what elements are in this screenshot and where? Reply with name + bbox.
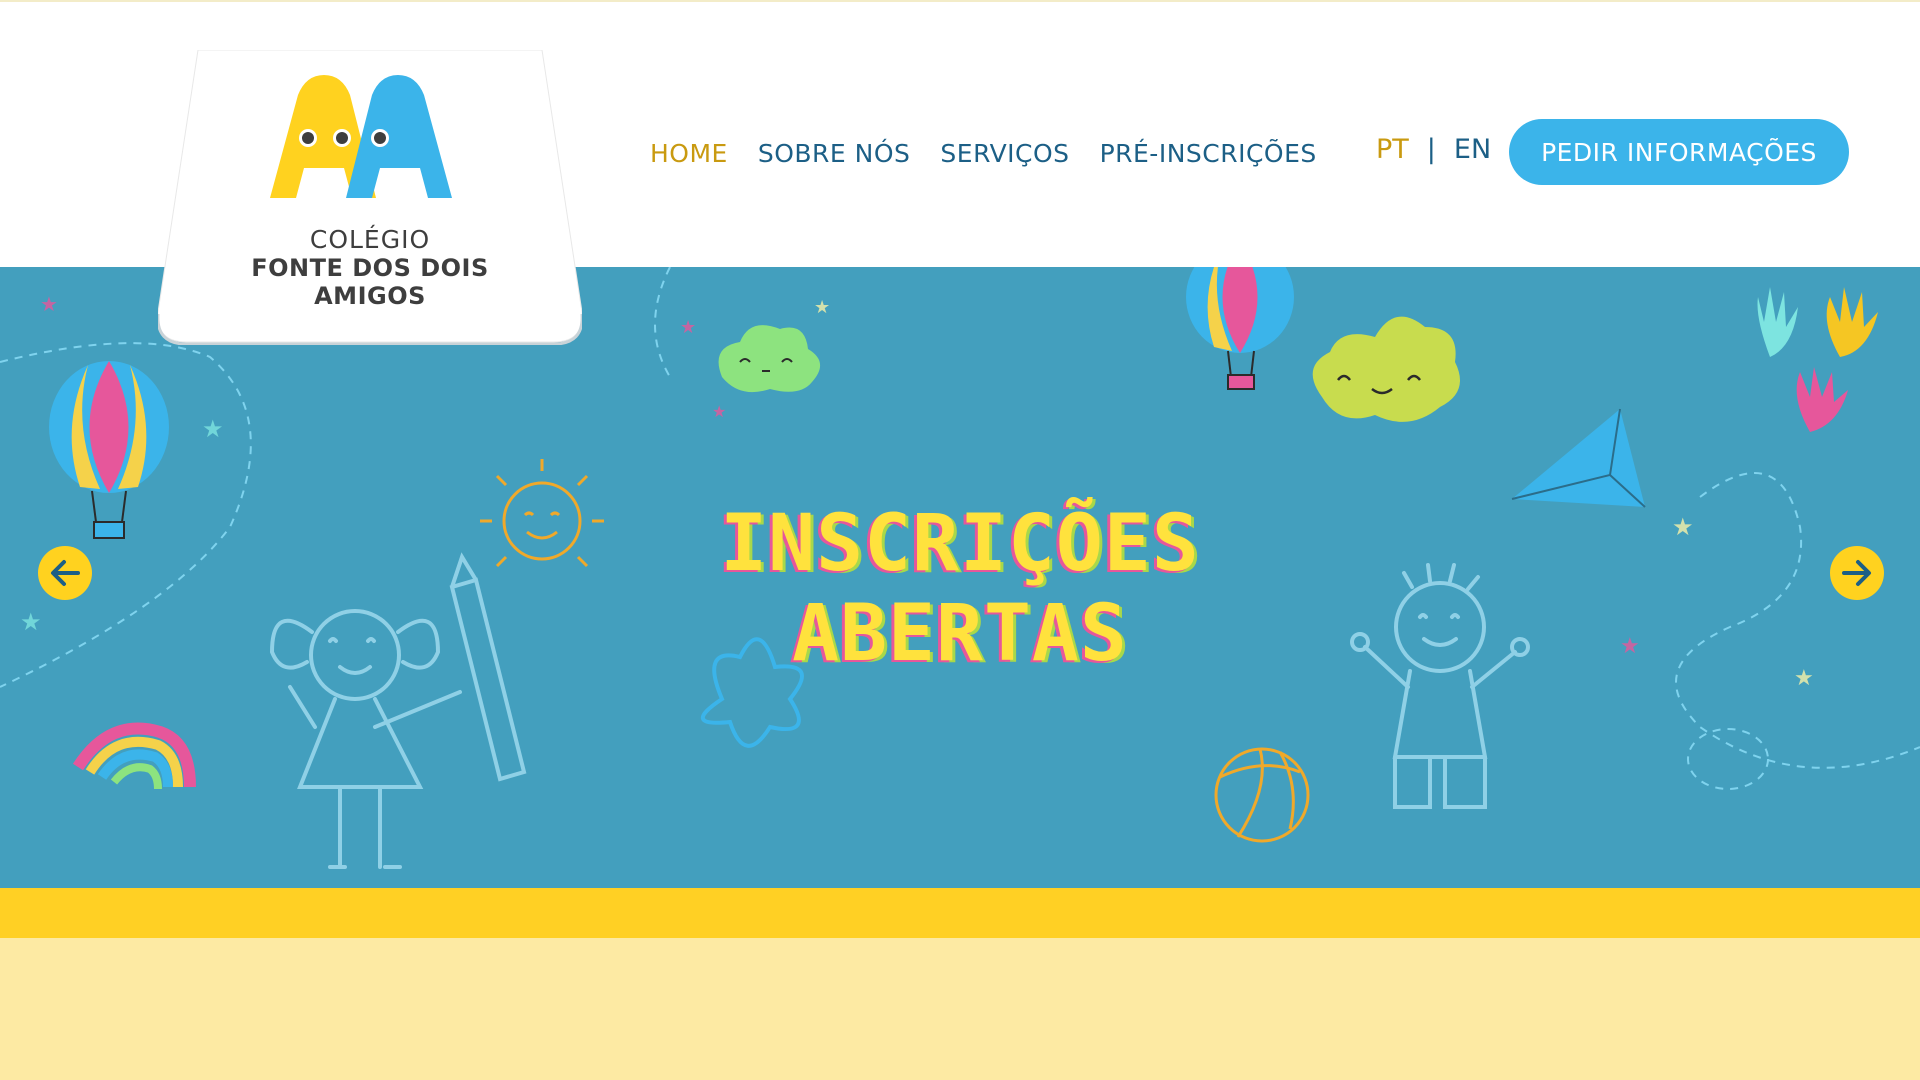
- slider-prev-button[interactable]: [38, 546, 92, 600]
- cloud-green-icon: [718, 325, 821, 393]
- paper-plane-icon: [1511, 408, 1646, 508]
- cloud-yellow-icon: [1312, 316, 1460, 422]
- lang-en[interactable]: EN: [1454, 134, 1491, 165]
- logo[interactable]: COLÉGIO FONTE DOS DOIS AMIGOS: [158, 50, 582, 345]
- ball-icon: [1214, 747, 1310, 843]
- hero-title-line-1: INSCRIÇÕES: [720, 499, 1200, 589]
- hero-banner: ★ ★ ★ ★ ★ ★ ★ ★ ★ INSCRIÇÕES ABERTAS: [0, 267, 1920, 888]
- language-switcher: PT | EN: [1376, 134, 1491, 165]
- svg-text:★: ★: [1620, 634, 1640, 659]
- svg-text:★: ★: [20, 608, 42, 636]
- svg-text:★: ★: [202, 415, 224, 443]
- svg-text:★: ★: [814, 297, 830, 318]
- slider-next-button[interactable]: [1830, 546, 1884, 600]
- svg-text:★: ★: [680, 317, 696, 338]
- balloon-top-icon: [1186, 267, 1294, 390]
- lang-pt[interactable]: PT: [1376, 134, 1409, 165]
- svg-text:★: ★: [712, 402, 726, 421]
- nav-pre-inscricoes[interactable]: PRÉ-INSCRIÇÕES: [1100, 139, 1317, 168]
- balloon-left-icon: [49, 361, 169, 539]
- arrow-right-icon: [1842, 560, 1871, 586]
- logo-line-2: FONTE DOS DOIS: [251, 254, 489, 282]
- dashed-path-right-icon: [1675, 472, 1920, 769]
- logo-text: COLÉGIO FONTE DOS DOIS AMIGOS: [158, 225, 582, 311]
- svg-text:★: ★: [1794, 666, 1814, 691]
- hero-title: INSCRIÇÕES ABERTAS: [690, 499, 1230, 679]
- nav-sobre-nos[interactable]: SOBRE NÓS: [758, 139, 911, 168]
- nav-servicos[interactable]: SERVIÇOS: [940, 139, 1069, 168]
- nav-home[interactable]: HOME: [650, 139, 728, 168]
- arrow-left-icon: [51, 560, 80, 586]
- hero-title-line-2: ABERTAS: [792, 589, 1128, 679]
- sun-icon: [480, 459, 604, 568]
- rainbow-icon: [72, 722, 196, 790]
- dashed-path-top-icon: [654, 267, 671, 378]
- yellow-divider-stripe: [0, 888, 1920, 938]
- handprints-icon: [1757, 287, 1878, 432]
- request-info-button[interactable]: PEDIR INFORMAÇÕES: [1509, 119, 1849, 185]
- main-nav: HOME SOBRE NÓS SERVIÇOS PRÉ-INSCRIÇÕES: [650, 136, 1347, 170]
- girl-with-pencil-icon: [269, 552, 527, 869]
- lang-separator: |: [1426, 134, 1436, 165]
- boy-icon: [1350, 563, 1530, 809]
- logo-line-1: COLÉGIO: [309, 225, 431, 254]
- logo-line-3: AMIGOS: [314, 282, 426, 310]
- svg-text:★: ★: [1672, 513, 1694, 541]
- page-content-area: [0, 938, 1920, 1080]
- svg-text:★: ★: [40, 292, 58, 316]
